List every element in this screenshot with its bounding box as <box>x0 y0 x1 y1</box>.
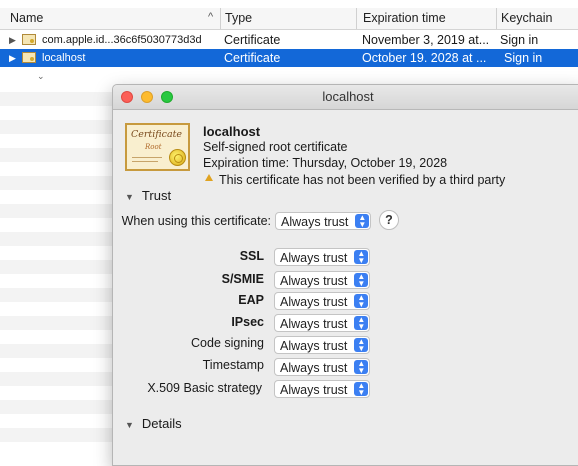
seal-icon <box>169 149 186 166</box>
list-stripe <box>0 372 112 386</box>
stepper-icon: ▲▼ <box>354 338 368 352</box>
trust-label-x509: X.509 Basic strategy <box>113 381 262 395</box>
trust-select-ssl[interactable]: Always trust ▲▼ <box>274 248 370 266</box>
column-header-type[interactable]: Type <box>220 8 356 29</box>
disclosure-triangle-icon[interactable]: ▶ <box>9 31 16 49</box>
row-type: Certificate <box>224 31 354 49</box>
trust-select-ipsec[interactable]: Always trust ▲▼ <box>274 314 370 332</box>
certificate-icon: Certificate Root <box>125 123 190 171</box>
trust-label-code-signing: Code signing <box>113 336 264 350</box>
list-header: Name ^ Type Expiration time Keychain <box>0 8 578 30</box>
list-stripe <box>0 288 112 302</box>
trust-select-x509[interactable]: Always trust ▲▼ <box>274 380 370 398</box>
trust-label-ssl: SSL <box>113 249 264 263</box>
disclosure-triangle-icon: ▼ <box>125 420 134 430</box>
list-stripe <box>0 204 112 218</box>
stepper-icon: ▲▼ <box>354 360 368 374</box>
trust-section-toggle[interactable]: ▼Trust <box>125 188 171 203</box>
column-header-name[interactable]: Name <box>10 8 220 29</box>
list-stripe <box>0 428 112 442</box>
help-button[interactable]: ? <box>379 210 399 230</box>
stepper-icon: ▲▼ <box>354 250 368 264</box>
row-keychain: Sign in <box>500 31 576 49</box>
certificate-warning: This certificate has not been verified b… <box>219 173 505 187</box>
column-header-expiration[interactable]: Expiration time <box>356 8 496 29</box>
list-stripe <box>0 176 112 190</box>
stepper-icon: ▲▼ <box>355 214 369 228</box>
stepper-icon: ▲▼ <box>354 273 368 287</box>
certificate-subtitle: Self-signed root certificate <box>203 140 348 154</box>
row-keychain: Sign in <box>504 49 576 67</box>
table-row-selected[interactable]: ▶ localhost Certificate October 19. 2028… <box>0 49 578 67</box>
certificate-icon <box>22 52 36 63</box>
table-row[interactable]: ▶ com.apple.id...36c6f5030773d3d Certifi… <box>0 31 578 49</box>
trust-label-smime: S/SMIE <box>113 272 264 286</box>
row-type: Certificate <box>224 49 354 67</box>
when-using-label: When using this certificate: <box>113 214 271 228</box>
list-stripe <box>0 148 112 162</box>
disclosure-triangle-icon[interactable]: ▶ <box>9 49 16 67</box>
row-name: localhost <box>42 49 218 67</box>
sort-up-icon: ^ <box>208 11 213 23</box>
stepper-icon: ▲▼ <box>354 316 368 330</box>
trust-select-code-signing[interactable]: Always trust ▲▼ <box>274 336 370 354</box>
details-section-toggle[interactable]: ▼Details <box>125 416 182 431</box>
warning-icon <box>205 174 213 181</box>
row-expiration: November 3, 2019 at... <box>362 31 494 49</box>
trust-select-eap[interactable]: Always trust ▲▼ <box>274 292 370 310</box>
column-header-keychain[interactable]: Keychain <box>496 8 578 29</box>
when-using-select[interactable]: Always trust ▲▼ <box>275 212 371 230</box>
window-title: localhost <box>113 85 578 109</box>
disclosure-triangle-icon: ▼ <box>125 192 134 202</box>
list-stripe <box>0 120 112 134</box>
trust-select-timestamp[interactable]: Always trust ▲▼ <box>274 358 370 376</box>
list-stripe <box>0 344 112 358</box>
list-stripe <box>0 316 112 330</box>
trust-select-smime[interactable]: Always trust ▲▼ <box>274 271 370 289</box>
row-expiration: October 19. 2028 at ... <box>362 49 494 67</box>
list-stripe <box>0 260 112 274</box>
certificate-icon <box>22 34 36 45</box>
trust-label-eap: EAP <box>113 293 264 307</box>
certificate-name: localhost <box>203 124 260 139</box>
certificate-window: localhost Certificate Root localhost Sel… <box>112 84 578 466</box>
stepper-icon: ▲▼ <box>354 294 368 308</box>
row-name: com.apple.id...36c6f5030773d3d <box>42 31 218 49</box>
window-titlebar[interactable]: localhost <box>113 85 578 110</box>
trust-label-timestamp: Timestamp <box>113 358 264 372</box>
trust-label-ipsec: IPsec <box>113 315 264 329</box>
list-stripe <box>0 232 112 246</box>
certificate-expiration: Expiration time: Thursday, October 19, 2… <box>203 156 447 170</box>
stepper-icon: ▲▼ <box>354 382 368 396</box>
list-stripe <box>0 400 112 414</box>
list-stripe <box>0 92 112 106</box>
chevron-down-icon: ⌄ <box>37 71 45 82</box>
